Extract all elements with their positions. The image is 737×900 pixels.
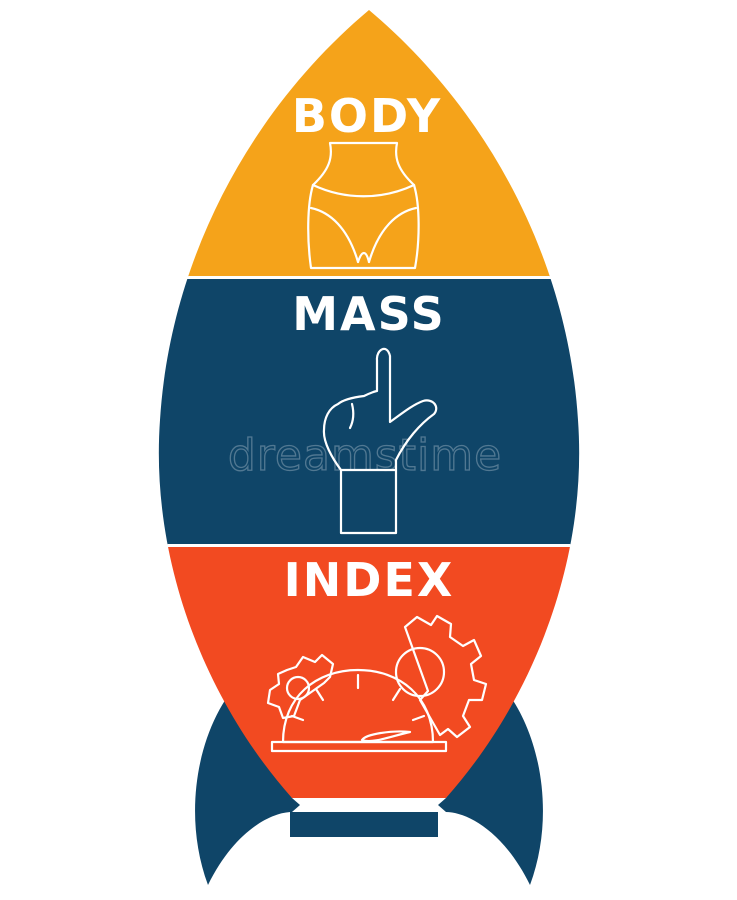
band-divider-2 — [158, 544, 580, 547]
word-body: BODY — [292, 89, 442, 143]
word-index: INDEX — [284, 553, 455, 607]
word-mass: MASS — [292, 287, 446, 341]
band-divider-1 — [158, 276, 580, 279]
rocket-exhaust — [290, 812, 438, 837]
watermark: dreamstime — [228, 430, 502, 481]
rocket-infographic: BODY MASS INDEX dreamstime — [158, 10, 580, 885]
